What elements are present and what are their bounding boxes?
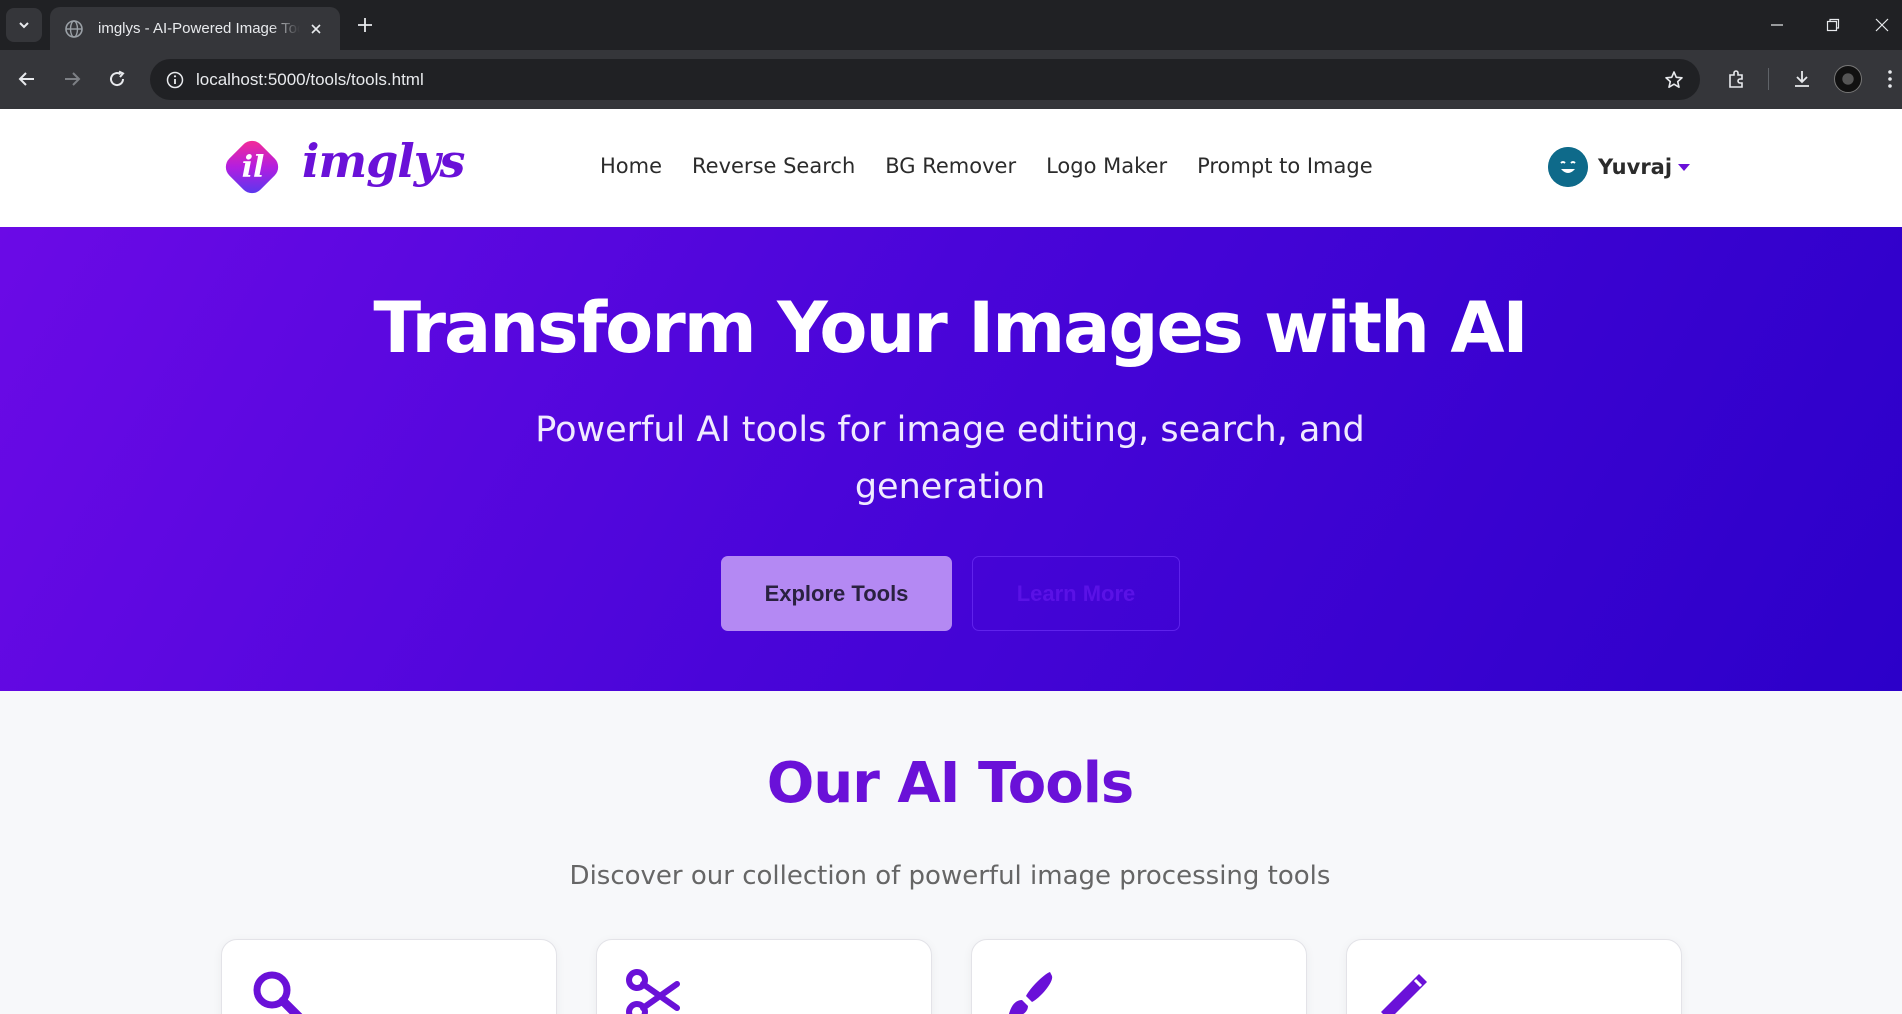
arrow-right-icon xyxy=(65,72,81,86)
tab-title: imglys - AI-Powered Image Tools xyxy=(98,20,300,37)
user-menu[interactable]: Yuvraj xyxy=(1548,147,1691,187)
close-icon xyxy=(311,23,321,34)
tools-subtitle: Discover our collection of powerful imag… xyxy=(569,861,1331,891)
close-window-button[interactable] xyxy=(1862,8,1902,42)
nav-prompt-to-image[interactable]: Prompt to Image xyxy=(1197,154,1373,178)
bookmark-star-icon[interactable] xyxy=(1662,68,1686,92)
extensions-icon[interactable] xyxy=(1719,62,1753,96)
forward-button[interactable] xyxy=(55,62,89,96)
caret-down-icon xyxy=(1678,163,1691,171)
magic-wand-icon xyxy=(1381,974,1427,1014)
chevron-down-icon xyxy=(19,22,29,29)
url-text: localhost:5000/tools/tools.html xyxy=(196,70,424,89)
nav-home[interactable]: Home xyxy=(600,154,662,178)
hero-subtitle: Powerful AI tools for image editing, sea… xyxy=(535,410,1365,507)
nav-logo-maker[interactable]: Logo Maker xyxy=(1046,154,1167,178)
hero-section: Transform Your Images with AI Powerful A… xyxy=(0,227,1902,691)
download-icon[interactable] xyxy=(1785,62,1819,96)
hero-title: Transform Your Images with AI xyxy=(373,287,1528,369)
learn-more-button[interactable]: Learn More xyxy=(972,556,1180,631)
toolbar-separator xyxy=(1768,68,1769,90)
user-avatar xyxy=(1548,147,1588,187)
reload-button[interactable] xyxy=(100,62,134,96)
browser-toolbar: localhost:5000/tools/tools.html xyxy=(0,50,1902,109)
plus-icon xyxy=(358,18,372,32)
browser-tab[interactable]: imglys - AI-Powered Image Tools xyxy=(50,7,340,50)
back-button[interactable] xyxy=(10,62,44,96)
close-icon xyxy=(1875,18,1889,32)
tab-close-button[interactable] xyxy=(306,19,326,39)
tool-card-reverse-search[interactable] xyxy=(221,939,557,1014)
paint-brush-icon xyxy=(1008,972,1053,1014)
restore-button[interactable] xyxy=(1810,8,1856,42)
nav-reverse-search[interactable]: Reverse Search xyxy=(692,154,855,178)
site-header: il imglys Home Reverse Search BG Remover… xyxy=(0,109,1902,227)
minimize-icon xyxy=(1771,24,1783,26)
search-icon xyxy=(253,971,303,1014)
tool-card-bg-remover[interactable] xyxy=(596,939,932,1014)
reload-icon xyxy=(110,70,125,87)
nav-bg-remover[interactable]: BG Remover xyxy=(885,154,1016,178)
site-info-icon[interactable] xyxy=(164,69,186,91)
new-tab-button[interactable] xyxy=(352,12,378,38)
tools-title: Our AI Tools xyxy=(766,751,1135,816)
browser-tabstrip: imglys - AI-Powered Image Tools xyxy=(0,0,1902,50)
browser-profile-avatar[interactable] xyxy=(1834,65,1862,93)
main-nav: Home Reverse Search BG Remover Logo Make… xyxy=(600,154,1373,178)
menu-kebab-icon[interactable] xyxy=(1880,62,1900,96)
restore-icon xyxy=(1826,18,1840,32)
svg-text:il: il xyxy=(242,150,265,185)
arrow-left-icon xyxy=(18,72,34,86)
tab-search-button[interactable] xyxy=(6,8,42,42)
address-bar[interactable]: localhost:5000/tools/tools.html xyxy=(150,59,1700,100)
tool-card-prompt-to-image[interactable] xyxy=(1346,939,1682,1014)
user-name: Yuvraj xyxy=(1598,155,1673,179)
globe-icon xyxy=(65,19,83,38)
minimize-button[interactable] xyxy=(1754,8,1800,42)
tools-section: Our AI Tools Discover our collection of … xyxy=(0,691,1902,1014)
scissors-icon xyxy=(626,969,680,1014)
tool-card-logo-maker[interactable] xyxy=(971,939,1307,1014)
logo-wordmark[interactable]: imglys xyxy=(302,134,465,188)
imglys-logo-icon[interactable]: il xyxy=(220,135,284,199)
explore-tools-button[interactable]: Explore Tools xyxy=(721,556,952,631)
